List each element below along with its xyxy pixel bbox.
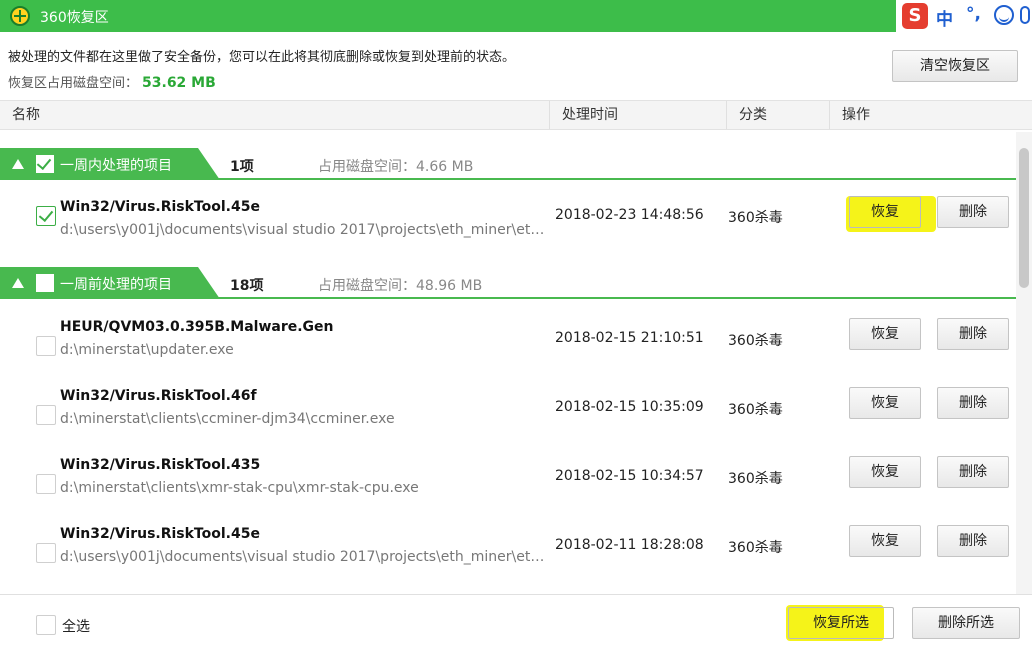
item-time: 2018-02-11 18:28:08	[555, 537, 704, 553]
item-name: Win32/Virus.RiskTool.46f	[60, 388, 257, 404]
restore-button[interactable]: 恢复	[849, 456, 921, 488]
item-category: 360杀毒	[728, 333, 783, 349]
item-name: Win32/Virus.RiskTool.45e	[60, 199, 260, 215]
delete-button[interactable]: 删除	[937, 196, 1009, 228]
item-time: 2018-02-23 14:48:56	[555, 207, 704, 223]
restore-button[interactable]: 恢复	[849, 196, 921, 228]
item-path: d:\minerstat\updater.exe	[60, 342, 234, 358]
group-count: 1项	[230, 159, 254, 175]
scrollbar-thumb[interactable]	[1019, 148, 1029, 288]
ime-language-toggle[interactable]: 中	[936, 5, 953, 30]
list-item[interactable]: Win32/Virus.RiskTool.45e d:\users\y001j\…	[0, 196, 1016, 262]
delete-button[interactable]: 删除	[937, 456, 1009, 488]
list-item[interactable]: Win32/Virus.RiskTool.435 d:\minerstat\cl…	[0, 454, 1016, 520]
window-title: 360恢复区	[40, 10, 109, 26]
item-path: d:\users\y001j\documents\visual studio 2…	[60, 222, 548, 238]
item-checkbox[interactable]	[36, 206, 56, 226]
group-size: 占用磁盘空间：4.66 MB	[318, 159, 474, 175]
list-item[interactable]: Win32/Virus.RiskTool.45e d:\users\y001j\…	[0, 523, 1016, 589]
item-path: d:\minerstat\clients\xmr-stak-cpu\xmr-st…	[60, 480, 419, 496]
group-count: 18项	[230, 278, 264, 294]
disk-usage-label: 恢复区占用磁盘空间：	[8, 76, 139, 91]
column-time[interactable]: 处理时间	[549, 101, 726, 129]
group-header-earlier: 一周前处理的项目 18项 占用磁盘空间：48.96 MB	[0, 267, 1016, 299]
title-bar: 360恢复区 S 中 °,	[0, 0, 1032, 32]
column-header: 名称 处理时间 分类 操作	[0, 100, 1032, 130]
restore-button[interactable]: 恢复	[849, 525, 921, 557]
restore-selected-button[interactable]: 恢复所选	[788, 607, 894, 639]
collapse-arrow-icon[interactable]	[12, 159, 24, 169]
app-logo-icon	[10, 6, 30, 26]
select-all-label[interactable]: 全选	[62, 616, 90, 636]
item-checkbox[interactable]	[36, 336, 56, 356]
delete-selected-button[interactable]: 删除所选	[912, 607, 1020, 639]
item-category: 360杀毒	[728, 402, 783, 418]
item-category: 360杀毒	[728, 471, 783, 487]
item-name: HEUR/QVM03.0.395B.Malware.Gen	[60, 319, 334, 335]
group-title: 一周内处理的项目	[60, 158, 172, 174]
list-item[interactable]: HEUR/QVM03.0.395B.Malware.Gen d:\minerst…	[0, 316, 1016, 382]
check-icon	[36, 154, 52, 171]
sogou-logo-icon[interactable]: S	[902, 3, 928, 29]
emoji-icon[interactable]	[994, 5, 1014, 25]
select-all-checkbox[interactable]	[36, 615, 56, 635]
item-name: Win32/Virus.RiskTool.45e	[60, 526, 260, 542]
item-path: d:\minerstat\clients\ccminer-djm34\ccmin…	[60, 411, 395, 427]
item-checkbox[interactable]	[36, 543, 56, 563]
ime-toolbar[interactable]: S 中 °,	[896, 0, 1032, 32]
list-item[interactable]: Win32/Virus.RiskTool.46f d:\minerstat\cl…	[0, 385, 1016, 451]
group-title: 一周前处理的项目	[60, 277, 172, 293]
restore-button[interactable]: 恢复	[849, 318, 921, 350]
delete-button[interactable]: 删除	[937, 387, 1009, 419]
delete-button[interactable]: 删除	[937, 318, 1009, 350]
ime-punctuation-toggle[interactable]: °,	[966, 4, 981, 24]
group-checkbox[interactable]	[36, 274, 54, 292]
item-category: 360杀毒	[728, 540, 783, 556]
item-time: 2018-02-15 10:34:57	[555, 468, 704, 484]
footer-bar: 全选 恢复所选 删除所选	[0, 594, 1032, 651]
disk-usage-value: 53.62 MB	[142, 75, 216, 91]
microphone-icon[interactable]	[1020, 6, 1030, 24]
check-icon	[38, 206, 54, 223]
column-category[interactable]: 分类	[726, 101, 829, 129]
group-header-this-week: 一周内处理的项目 1项 占用磁盘空间：4.66 MB	[0, 148, 1016, 180]
item-name: Win32/Virus.RiskTool.435	[60, 457, 261, 473]
item-checkbox[interactable]	[36, 474, 56, 494]
restore-button[interactable]: 恢复	[849, 387, 921, 419]
item-time: 2018-02-15 10:35:09	[555, 399, 704, 415]
item-checkbox[interactable]	[36, 405, 56, 425]
item-path: d:\users\y001j\documents\visual studio 2…	[60, 549, 548, 565]
delete-button[interactable]: 删除	[937, 525, 1009, 557]
clear-recovery-button[interactable]: 清空恢复区	[892, 50, 1018, 82]
column-action: 操作	[829, 101, 1032, 129]
item-category: 360杀毒	[728, 210, 783, 226]
column-name[interactable]: 名称	[0, 101, 549, 129]
collapse-arrow-icon[interactable]	[12, 278, 24, 288]
item-time: 2018-02-15 21:10:51	[555, 330, 704, 346]
group-checkbox[interactable]	[36, 154, 54, 173]
group-size: 占用磁盘空间：48.96 MB	[318, 278, 483, 294]
info-description: 被处理的文件都在这里做了安全备份，您可以在此将其彻底删除或恢复到处理前的状态。	[8, 50, 516, 65]
disk-usage: 恢复区占用磁盘空间： 53.62 MB	[8, 72, 216, 91]
